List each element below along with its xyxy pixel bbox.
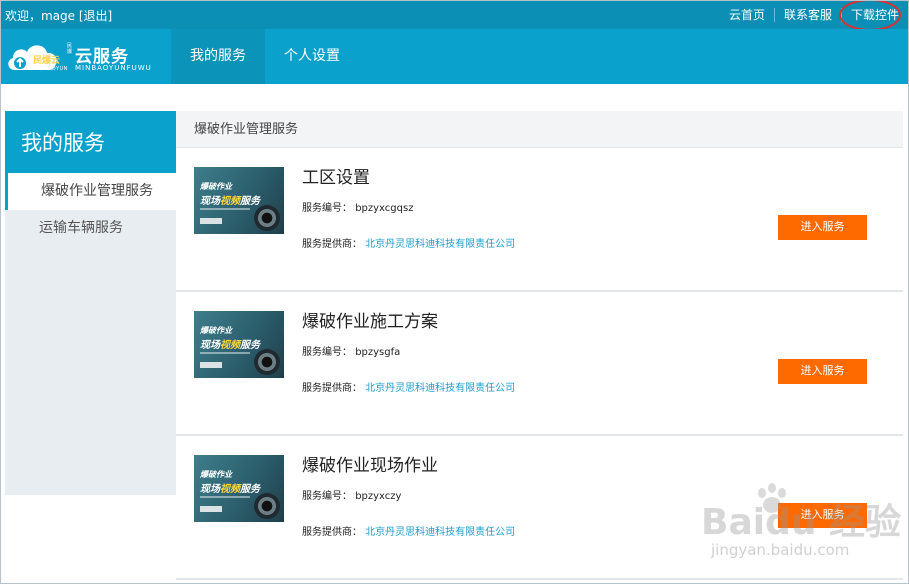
main-header: 民爆云 MINBAOYUN 民爆 云服务 MINBAOYUNFUWU 我的服务 …	[1, 29, 908, 84]
service-code-value: bpzysgfa	[355, 347, 401, 358]
cloud-home-link[interactable]: 云首页	[720, 8, 774, 22]
thumb-button-shape	[200, 506, 222, 512]
service-code: 服务编号： bpzyxczy	[302, 487, 401, 502]
service-title[interactable]: 工区设置	[302, 163, 370, 188]
thumb-word-c: 服务	[240, 484, 260, 495]
service-code-label: 服务编号：	[302, 491, 352, 502]
thumb-subline	[200, 208, 250, 210]
welcome-text: 欢迎，mage	[5, 9, 76, 23]
camera-lens-icon	[254, 493, 280, 519]
thumb-word-a: 现场	[200, 340, 220, 351]
thumb-word-b: 视频	[220, 484, 240, 495]
thumb-subline	[200, 496, 250, 498]
thumb-word-c: 服务	[240, 196, 260, 207]
thumb-line2: 现场视频服务	[200, 336, 260, 351]
service-provider: 服务提供商： 北京丹灵思科迪科技有限责任公司	[302, 379, 515, 394]
service-code: 服务编号： bpzyxcgqsz	[302, 199, 413, 214]
welcome-area: 欢迎，mage [退出]	[5, 7, 112, 24]
service-provider: 服务提供商： 北京丹灵思科迪科技有限责任公司	[302, 235, 515, 250]
thumb-line1: 爆破作业	[200, 470, 232, 479]
service-card: 爆破作业 现场视频服务 爆破作业施工方案 服务编号： bpzysgfa 服务提供…	[176, 293, 903, 436]
app-frame: 欢迎，mage [退出] 云首页 联系客服 下载控件 民爆云 MINBAOYUN…	[0, 0, 909, 584]
main-nav: 我的服务 个人设置	[171, 29, 359, 84]
service-provider-link[interactable]: 北京丹灵思科迪科技有限责任公司	[365, 527, 515, 538]
camera-lens-icon	[254, 205, 280, 231]
service-provider-label: 服务提供商：	[302, 383, 362, 394]
contact-service-link[interactable]: 联系客服	[773, 8, 841, 22]
nav-my-services[interactable]: 我的服务	[171, 29, 265, 84]
sidebar: 我的服务 爆破作业管理服务 运输车辆服务	[5, 111, 176, 495]
enter-service-button[interactable]: 进入服务	[778, 503, 867, 528]
thumb-word-b: 视频	[220, 340, 240, 351]
service-provider-link[interactable]: 北京丹灵思科迪科技有限责任公司	[365, 239, 515, 250]
sidebar-title: 我的服务	[5, 111, 176, 173]
service-code: 服务编号： bpzysgfa	[302, 343, 400, 358]
logout-link[interactable]: [退出]	[79, 9, 112, 23]
service-card: 爆破作业 现场视频服务 工区设置 服务编号： bpzyxcgqsz 服务提供商：…	[176, 149, 903, 292]
thumb-button-shape	[200, 362, 222, 368]
thumb-word-a: 现场	[200, 484, 220, 495]
top-strip: 欢迎，mage [退出] 云首页 联系客服 下载控件	[1, 1, 908, 31]
service-provider-label: 服务提供商：	[302, 527, 362, 538]
camera-lens-icon	[254, 349, 280, 375]
service-thumbnail[interactable]: 爆破作业 现场视频服务	[194, 167, 284, 234]
thumb-subline	[200, 352, 250, 354]
site-logo[interactable]: 民爆云 MINBAOYUN 民爆 云服务 MINBAOYUNFUWU	[5, 36, 155, 78]
service-title[interactable]: 爆破作业现场作业	[302, 451, 438, 476]
main-content: 爆破作业管理服务 爆破作业 现场视频服务 工区设置 服务编号： bpzyxcgq…	[176, 111, 903, 583]
download-plugin-link[interactable]: 下载控件	[838, 1, 908, 31]
thumb-word-b: 视频	[220, 196, 240, 207]
enter-service-button[interactable]: 进入服务	[778, 215, 867, 240]
service-title[interactable]: 爆破作业施工方案	[302, 307, 438, 332]
service-thumbnail[interactable]: 爆破作业 现场视频服务	[194, 455, 284, 522]
sidebar-item-blasting-management[interactable]: 爆破作业管理服务	[5, 173, 176, 210]
thumb-button-shape	[200, 218, 222, 224]
sidebar-item-transport-vehicles[interactable]: 运输车辆服务	[5, 210, 176, 247]
logo-cloud-en: MINBAOYUN	[33, 66, 68, 72]
thumb-line1: 爆破作业	[200, 326, 232, 335]
nav-personal-settings[interactable]: 个人设置	[265, 29, 359, 84]
service-code-label: 服务编号：	[302, 203, 352, 214]
logo-tag: 民爆	[67, 43, 73, 55]
service-provider: 服务提供商： 北京丹灵思科迪科技有限责任公司	[302, 523, 515, 538]
service-thumbnail[interactable]: 爆破作业 现场视频服务	[194, 311, 284, 378]
thumb-line2: 现场视频服务	[200, 480, 260, 495]
thumb-word-c: 服务	[240, 340, 260, 351]
service-code-label: 服务编号：	[302, 347, 352, 358]
top-links: 云首页 联系客服 下载控件	[720, 1, 908, 31]
service-provider-label: 服务提供商：	[302, 239, 362, 250]
logo-cloud-text: 民爆云	[33, 56, 61, 66]
thumb-line2: 现场视频服务	[200, 192, 260, 207]
section-title: 爆破作业管理服务	[176, 111, 903, 148]
thumb-line1: 爆破作业	[200, 182, 232, 191]
thumb-word-a: 现场	[200, 196, 220, 207]
service-code-value: bpzyxczy	[355, 491, 402, 502]
service-card: 爆破作业 现场视频服务 爆破作业现场作业 服务编号： bpzyxczy 服务提供…	[176, 437, 903, 580]
service-code-value: bpzyxcgqsz	[355, 203, 414, 214]
service-provider-link[interactable]: 北京丹灵思科迪科技有限责任公司	[365, 383, 515, 394]
enter-service-button[interactable]: 进入服务	[778, 359, 867, 384]
logo-brand-en: MINBAOYUNFUWU	[75, 64, 152, 72]
